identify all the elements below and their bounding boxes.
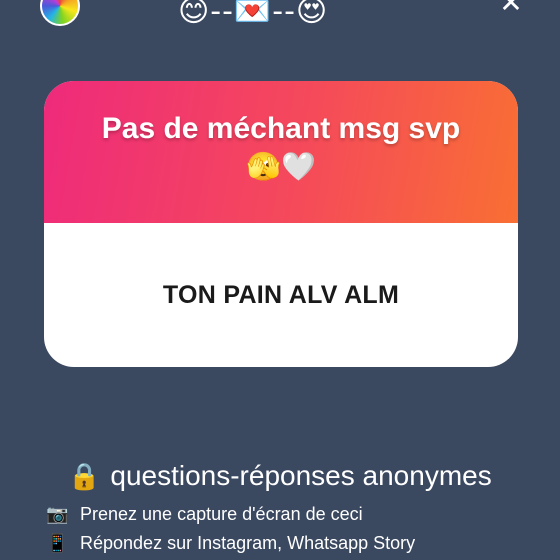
footer-title: 🔒 questions-réponses anonymes bbox=[68, 456, 492, 496]
top-bar: 😊--💌--😍 ✕ bbox=[0, 0, 560, 36]
card-header: Pas de méchant msg svp 🫣🤍 bbox=[44, 81, 518, 223]
instruction-screenshot: 📷 Prenez une capture d'écran de ceci bbox=[46, 501, 363, 527]
card-prompt-emojis: 🫣🤍 bbox=[246, 150, 316, 183]
card-answer: TON PAIN ALV ALM bbox=[162, 280, 400, 309]
instruction-screenshot-text: Prenez une capture d'écran de ceci bbox=[80, 504, 363, 524]
card-prompt: Pas de méchant msg svp bbox=[101, 112, 461, 145]
phone-icon: 📱 bbox=[46, 533, 69, 554]
footer-title-text: questions-réponses anonymes bbox=[110, 460, 492, 491]
instruction-reply-text: Répondez sur Instagram, Whatsapp Story bbox=[80, 533, 416, 553]
camera-icon: 📷 bbox=[46, 504, 69, 525]
question-card: Pas de méchant msg svp 🫣🤍 TON PAIN ALV A… bbox=[44, 81, 518, 367]
lock-icon: 🔒 bbox=[68, 462, 101, 492]
card-body: TON PAIN ALV ALM bbox=[44, 223, 518, 367]
close-button[interactable]: ✕ bbox=[498, 0, 524, 17]
title-emojis: 😊--💌--😍 bbox=[178, 0, 329, 29]
instruction-reply: 📱 Répondez sur Instagram, Whatsapp Story bbox=[46, 530, 415, 556]
color-wheel-icon bbox=[40, 0, 80, 26]
